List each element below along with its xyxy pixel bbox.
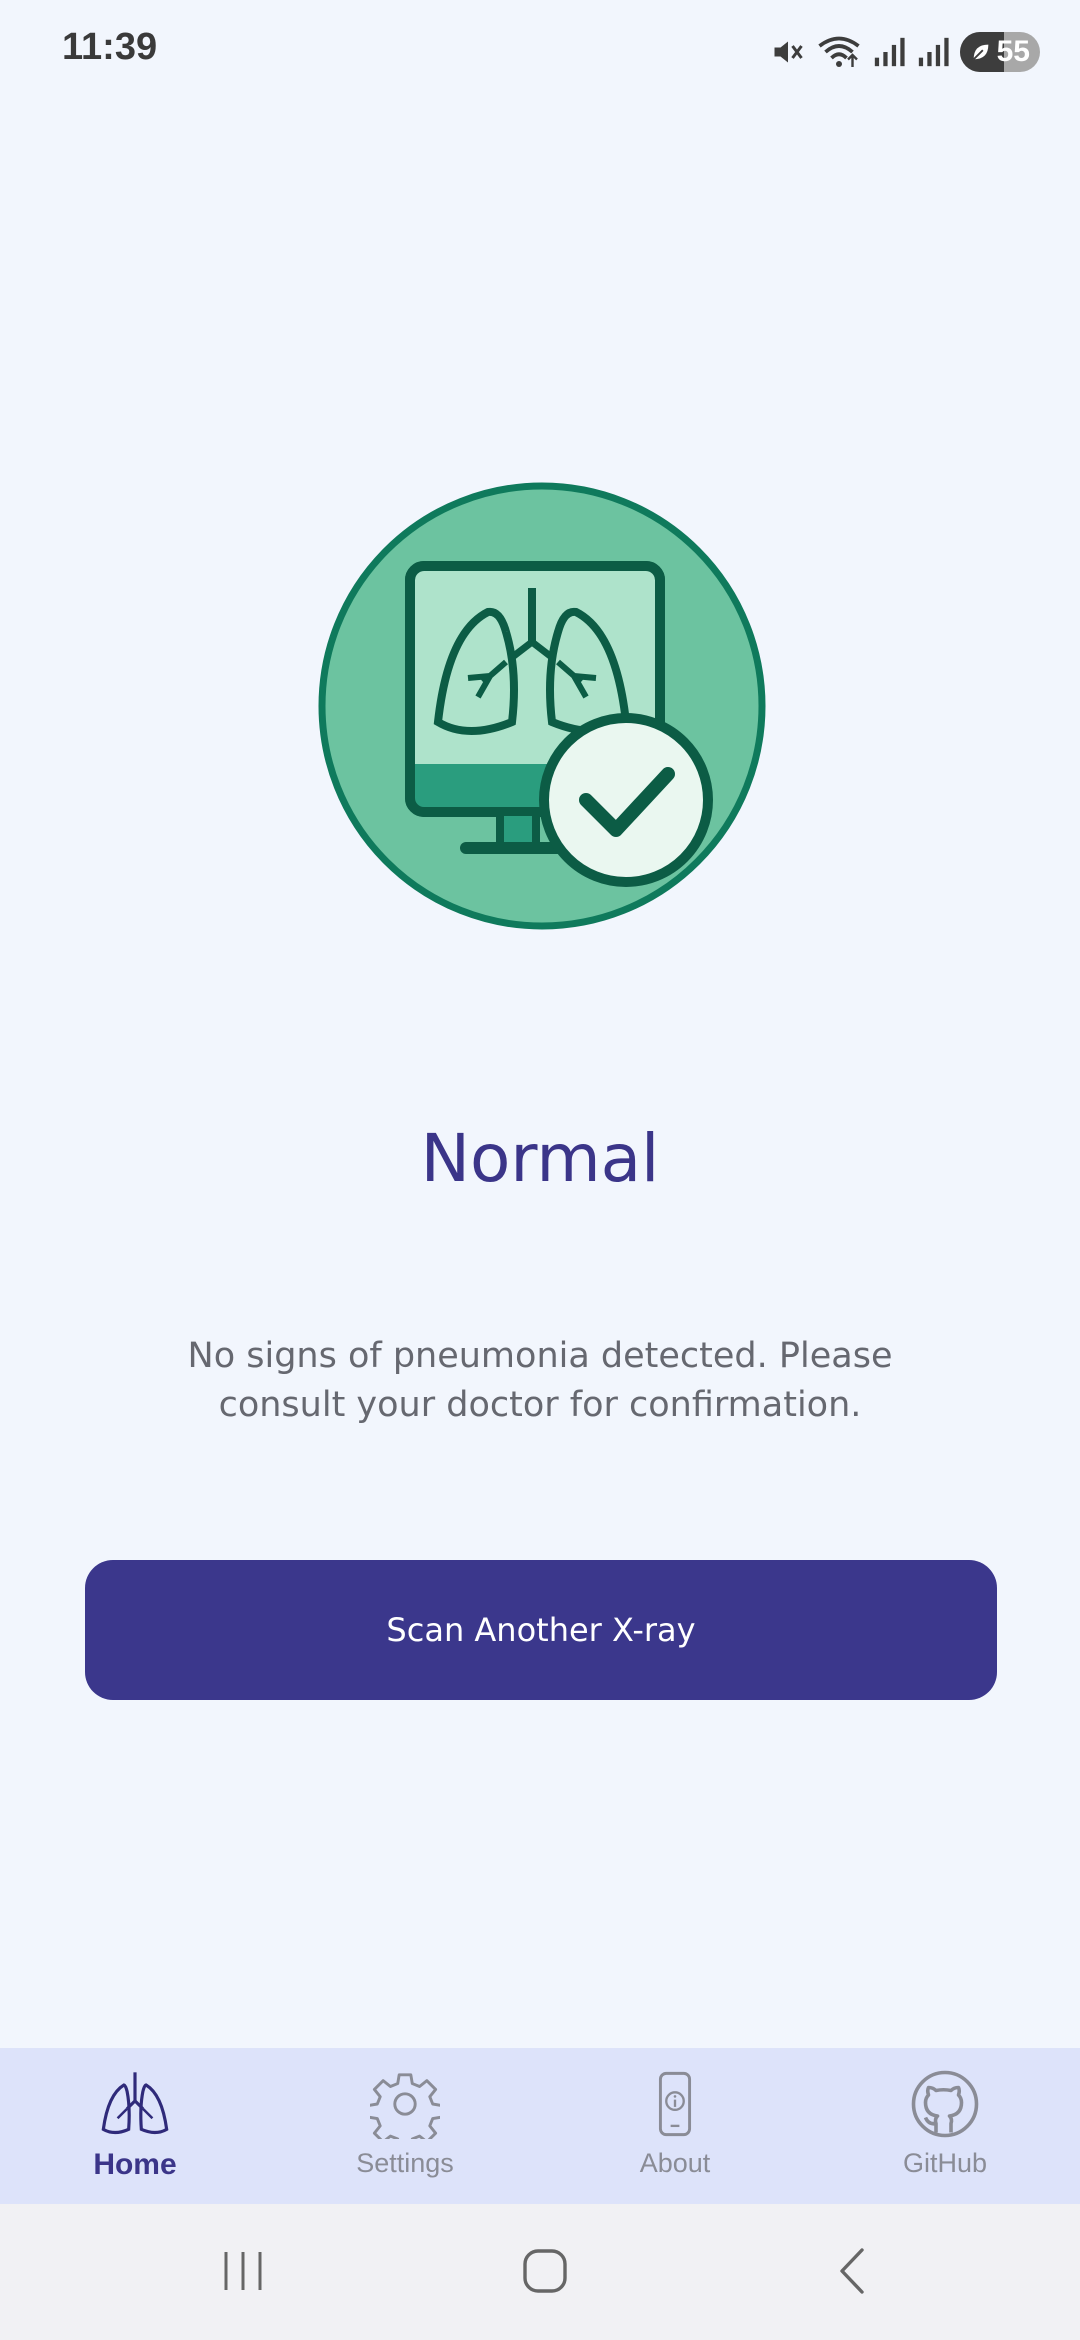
signal-icon (872, 35, 906, 69)
nav-item-about[interactable]: About (540, 2048, 810, 2204)
system-nav-bar (0, 2204, 1080, 2340)
nav-label-about: About (639, 2148, 711, 2178)
scan-another-xray-button[interactable]: Scan Another X-ray (85, 1560, 997, 1700)
status-icons: 55 (770, 28, 1040, 76)
nav-label-home: Home (93, 2148, 177, 2181)
bottom-nav: Home Settings About GitHub (0, 2048, 1080, 2204)
status-bar: 11:39 55 (0, 0, 1080, 100)
mute-icon (770, 34, 806, 70)
battery-saver-icon (970, 41, 992, 63)
nav-label-settings: Settings (356, 2148, 454, 2178)
github-icon (909, 2066, 981, 2142)
signal-icon (916, 35, 950, 69)
nav-label-github: GitHub (902, 2148, 988, 2178)
result-message: No signs of pneumonia detected. Please c… (187, 1336, 893, 1425)
gear-icon (370, 2066, 440, 2142)
lungs-icon (97, 2066, 173, 2142)
back-icon[interactable] (828, 2246, 878, 2301)
nav-item-github[interactable]: GitHub (810, 2048, 1080, 2204)
home-icon[interactable] (520, 2246, 570, 2301)
phone-info-icon (640, 2066, 710, 2142)
result-title: Normal (420, 1120, 660, 1197)
battery-level: 55 (996, 35, 1030, 68)
nav-item-settings[interactable]: Settings (270, 2048, 540, 2204)
recents-icon[interactable] (218, 2246, 268, 2301)
wifi-icon (816, 34, 862, 70)
lungs-monitor-check-icon (318, 482, 766, 930)
battery-indicator: 55 (960, 32, 1040, 72)
status-time: 11:39 (62, 26, 158, 68)
nav-item-home[interactable]: Home (0, 2048, 270, 2204)
